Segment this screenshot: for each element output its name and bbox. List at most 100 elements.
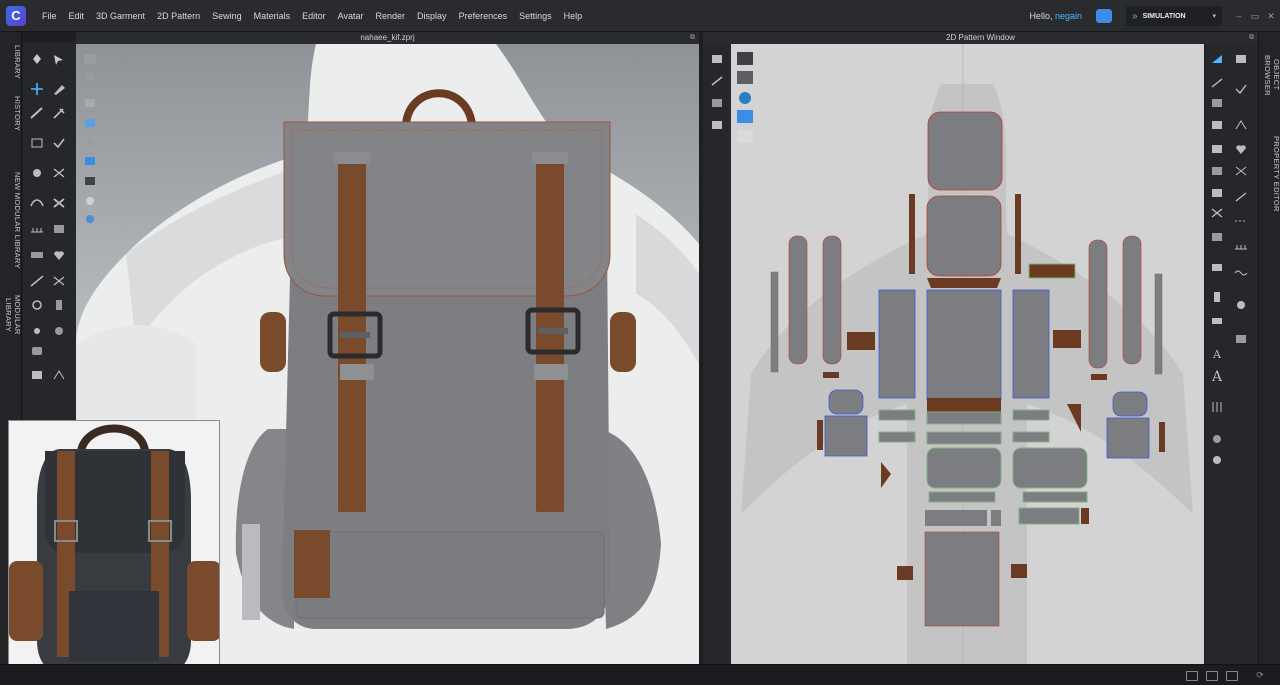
menu-file[interactable]: File xyxy=(36,0,63,32)
zipper-icon[interactable] xyxy=(51,298,67,312)
viewport-globe-icon[interactable] xyxy=(82,212,98,226)
maximize-button[interactable]: ▭ xyxy=(1248,9,1262,23)
heart-pattern-icon[interactable] xyxy=(1233,142,1249,156)
minimize-button[interactable]: – xyxy=(1232,9,1246,23)
button-pattern-icon[interactable] xyxy=(1233,332,1249,346)
trim-icon[interactable] xyxy=(29,324,45,338)
camera-icon[interactable] xyxy=(1209,260,1225,274)
tab-property-editor[interactable]: PROPERTY EDITOR xyxy=(1259,136,1280,212)
puckering-icon[interactable] xyxy=(1209,432,1225,446)
layout-split-icon[interactable] xyxy=(1206,671,1218,681)
menu-help[interactable]: Help xyxy=(558,0,589,32)
slash-icon[interactable] xyxy=(1233,190,1249,204)
tab-library[interactable]: LIBRARY xyxy=(0,42,22,82)
text-icon[interactable]: A xyxy=(1209,346,1225,360)
menu-3d-garment[interactable]: 3D Garment xyxy=(90,0,151,32)
add-point-icon[interactable] xyxy=(709,118,725,132)
dashed-line-icon[interactable] xyxy=(1233,214,1249,228)
menu-avatar[interactable]: Avatar xyxy=(332,0,370,32)
arrangement-icon[interactable] xyxy=(29,166,45,180)
topstitch-icon[interactable] xyxy=(29,298,45,312)
viewport-cube-icon[interactable] xyxy=(82,174,98,188)
bug-icon[interactable] xyxy=(1209,452,1225,466)
seam-allowance-icon[interactable] xyxy=(1209,118,1225,132)
viewport-avatar-icon[interactable] xyxy=(82,70,98,84)
tab-new-modular-library[interactable]: NEW MODULAR LIBRARY xyxy=(0,156,22,284)
tab-modular-library[interactable]: MODULAR LIBRARY xyxy=(0,278,22,352)
measure-tape-icon[interactable] xyxy=(51,368,67,382)
viewport-shade-icon[interactable] xyxy=(82,136,98,150)
menu-materials[interactable]: Materials xyxy=(248,0,297,32)
fabric-icon[interactable] xyxy=(51,222,67,236)
transform-pattern-icon[interactable] xyxy=(709,52,725,66)
texture-pattern-icon[interactable] xyxy=(1209,164,1225,178)
check-sewing-icon[interactable] xyxy=(1233,82,1249,96)
segment-sewing-icon[interactable] xyxy=(1233,52,1249,66)
simulation-dropdown[interactable]: » SIMULATION ▾ xyxy=(1126,6,1222,26)
line-icon[interactable] xyxy=(29,274,45,288)
cut-icon[interactable] xyxy=(51,196,67,210)
clo3d-app: C File Edit 3D Garment 2D Pattern Sewing… xyxy=(0,0,1280,685)
close-button[interactable]: ✕ xyxy=(1264,9,1278,23)
viewport-texture-icon[interactable] xyxy=(82,116,98,130)
grid-icon[interactable] xyxy=(51,274,67,288)
menu-settings[interactable]: Settings xyxy=(513,0,558,32)
viewport-light-icon[interactable] xyxy=(82,194,98,208)
ruler-icon[interactable] xyxy=(1233,240,1249,254)
tab-history[interactable]: HISTORY xyxy=(0,94,22,134)
grain-icon[interactable] xyxy=(1209,142,1225,156)
stitch-icon[interactable] xyxy=(1209,290,1225,304)
edit-pattern-icon[interactable] xyxy=(709,74,725,88)
menu-2d-pattern[interactable]: 2D Pattern xyxy=(151,0,206,32)
avatar-icon[interactable] xyxy=(29,344,45,358)
grid-pattern-icon[interactable] xyxy=(1233,164,1249,178)
pattern-window[interactable] xyxy=(731,44,1204,664)
garment-icon[interactable] xyxy=(29,368,45,382)
menu-editor[interactable]: Editor xyxy=(296,0,332,32)
viewport-garment-icon[interactable] xyxy=(82,96,98,110)
expand-icon[interactable]: ⧉ xyxy=(690,32,695,44)
menu-edit[interactable]: Edit xyxy=(63,0,91,32)
brush-icon[interactable] xyxy=(51,106,67,120)
strap-icon[interactable] xyxy=(29,196,45,210)
fold-pattern-icon[interactable] xyxy=(1209,96,1225,110)
viewport-display-icon[interactable] xyxy=(82,52,98,66)
move-icon[interactable] xyxy=(29,82,45,96)
edit-icon[interactable] xyxy=(29,136,45,150)
sticker-icon[interactable] xyxy=(1209,230,1225,244)
sphere-icon[interactable] xyxy=(51,324,67,338)
text-large-icon[interactable]: A xyxy=(1209,368,1225,382)
menu-sewing[interactable]: Sewing xyxy=(206,0,248,32)
transform-icon[interactable] xyxy=(29,52,45,66)
heart-icon[interactable] xyxy=(51,248,67,262)
button-icon[interactable] xyxy=(29,248,45,262)
trace-icon[interactable] xyxy=(1233,118,1249,132)
internal-line-icon[interactable] xyxy=(1209,186,1225,200)
refresh-icon[interactable]: ⟳ xyxy=(1254,669,1266,681)
menu-render[interactable]: Render xyxy=(370,0,412,32)
layout-2d-icon[interactable] xyxy=(1226,671,1238,681)
wave-icon[interactable] xyxy=(1233,266,1249,280)
cut-pattern-icon[interactable] xyxy=(1209,206,1225,220)
pattern-list-icon[interactable] xyxy=(1209,314,1225,328)
menu-display[interactable]: Display xyxy=(411,0,453,32)
pattern-expand-icon[interactable]: ⧉ xyxy=(1249,32,1254,44)
measure-icon[interactable] xyxy=(29,222,45,236)
check-icon[interactable] xyxy=(51,136,67,150)
menu-preferences[interactable]: Preferences xyxy=(453,0,514,32)
tack-icon[interactable] xyxy=(51,166,67,180)
columns-icon[interactable] xyxy=(1209,400,1225,414)
pin-icon[interactable] xyxy=(51,82,67,96)
edit-curve-icon[interactable] xyxy=(709,96,725,110)
user-name[interactable]: negain xyxy=(1055,11,1082,21)
layout-single-icon[interactable] xyxy=(1186,671,1198,681)
viewport-mesh-icon[interactable] xyxy=(82,154,98,168)
free-sewing-icon[interactable] xyxy=(1209,76,1225,90)
fold-icon[interactable] xyxy=(29,106,45,120)
app-logo-icon[interactable]: C xyxy=(6,5,26,26)
sewing-icon[interactable] xyxy=(1209,52,1225,66)
gear-icon[interactable] xyxy=(1233,298,1249,312)
cloud-icon[interactable] xyxy=(1096,9,1112,23)
select-mesh-icon[interactable] xyxy=(51,52,67,66)
tab-object-browser[interactable]: OBJECT BROWSER xyxy=(1259,38,1280,112)
